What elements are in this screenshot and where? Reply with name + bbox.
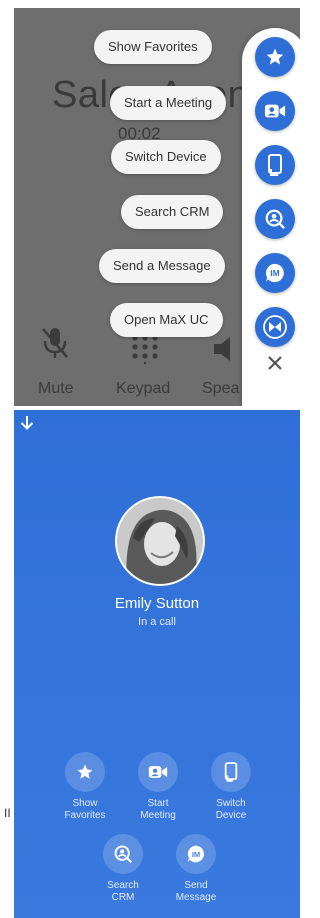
search-crm-action[interactable]: Search CRM bbox=[88, 834, 158, 904]
switch-device-label-line2: Device bbox=[215, 810, 247, 821]
send-message-action[interactable]: IM Send Message bbox=[161, 834, 231, 904]
search-crm-label-line2: CRM bbox=[111, 892, 135, 903]
close-menu-button[interactable] bbox=[263, 351, 287, 375]
send-message-fab[interactable]: IM bbox=[255, 253, 295, 293]
keypad-label: Keypad bbox=[116, 380, 171, 397]
start-meeting-fab[interactable] bbox=[255, 91, 295, 131]
show-favorites-label: Show Favorites bbox=[50, 798, 120, 822]
switch-device-icon bbox=[224, 762, 238, 782]
show-favorites-circle bbox=[65, 752, 105, 792]
video-meeting-icon bbox=[148, 766, 168, 778]
svg-text:IM: IM bbox=[192, 850, 200, 859]
send-message-label: Send Message bbox=[161, 880, 231, 904]
in-call-screen: Emily Sutton In a call Show Favorites Sta… bbox=[14, 410, 300, 918]
side-marker-text: II bbox=[4, 806, 11, 820]
contact-name: Emily Sutton bbox=[114, 595, 200, 612]
star-icon bbox=[266, 48, 284, 65]
speaker-icon[interactable] bbox=[212, 334, 238, 364]
show-favorites-action[interactable]: Show Favorites bbox=[50, 752, 120, 822]
contact-photo bbox=[117, 498, 203, 584]
switch-device-label-line1: Switch bbox=[216, 798, 246, 809]
switch-device-fab[interactable] bbox=[255, 145, 295, 185]
switch-device-action[interactable]: Switch Device bbox=[196, 752, 266, 822]
star-icon bbox=[77, 764, 93, 779]
open-max-uc-option[interactable]: Open MaX UC bbox=[110, 303, 223, 337]
switch-device-option[interactable]: Switch Device bbox=[111, 140, 221, 174]
search-person-icon bbox=[114, 845, 133, 864]
switch-device-icon bbox=[268, 154, 282, 176]
search-person-icon bbox=[265, 209, 286, 230]
start-meeting-label-line2: Meeting bbox=[140, 810, 176, 821]
switch-device-label: Switch Device bbox=[196, 798, 266, 822]
search-crm-label-line1: Search bbox=[107, 880, 139, 891]
switch-device-circle bbox=[211, 752, 251, 792]
speaker-label: Spea bbox=[202, 380, 240, 397]
send-message-label-line1: Send bbox=[184, 880, 208, 891]
im-icon: IM bbox=[187, 845, 205, 863]
show-favorites-option[interactable]: Show Favorites bbox=[94, 30, 212, 64]
video-meeting-icon bbox=[264, 104, 286, 118]
search-crm-label: Search CRM bbox=[88, 880, 158, 904]
show-favorites-fab[interactable] bbox=[255, 37, 295, 77]
start-meeting-action[interactable]: Start Meeting bbox=[123, 752, 193, 822]
start-meeting-option[interactable]: Start a Meeting bbox=[110, 86, 227, 120]
show-favorites-label-line1: Show bbox=[72, 798, 98, 809]
im-icon: IM bbox=[265, 263, 284, 283]
mic-off-icon[interactable] bbox=[40, 326, 70, 360]
start-meeting-label: Start Meeting bbox=[123, 798, 193, 822]
send-message-label-line2: Message bbox=[175, 892, 217, 903]
search-crm-circle bbox=[103, 834, 143, 874]
send-message-option[interactable]: Send a Message bbox=[99, 249, 225, 283]
contact-avatar bbox=[115, 496, 205, 586]
minimize-arrow-icon[interactable] bbox=[18, 414, 36, 432]
show-favorites-label-line2: Favorites bbox=[64, 810, 106, 821]
call-status: In a call bbox=[138, 616, 176, 628]
fab-menu-column: IM bbox=[242, 28, 300, 406]
start-meeting-label-line1: Start bbox=[147, 798, 169, 809]
svg-text:IM: IM bbox=[270, 269, 279, 278]
search-crm-option[interactable]: Search CRM bbox=[121, 195, 224, 229]
mute-label: Mute bbox=[38, 380, 74, 397]
send-message-circle: IM bbox=[176, 834, 216, 874]
overlay-menu-screen: Sales Agent 00:02 Mute Keypad Spea Show … bbox=[14, 8, 300, 406]
max-uc-logo-icon bbox=[263, 315, 287, 339]
close-icon bbox=[268, 356, 282, 370]
search-crm-fab[interactable] bbox=[255, 199, 295, 239]
open-max-uc-fab[interactable] bbox=[255, 307, 295, 347]
dialpad-icon[interactable] bbox=[130, 334, 160, 364]
start-meeting-circle bbox=[138, 752, 178, 792]
